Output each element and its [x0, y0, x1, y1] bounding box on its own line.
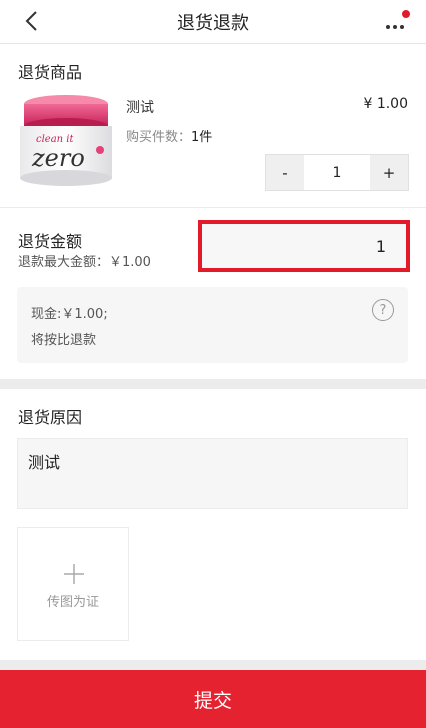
upload-label: 传图为证 — [46, 595, 99, 610]
increment-button[interactable]: + — [370, 155, 408, 190]
return-reason-textarea[interactable]: 测试 — [17, 438, 408, 509]
divider — [0, 207, 426, 208]
submit-button[interactable]: 提交 — [0, 670, 426, 728]
section-title-return-goods: 退货商品 — [18, 63, 83, 82]
nav-header: 退货退款 — [0, 0, 426, 44]
product-name: 测试 — [126, 100, 154, 116]
page-title: 退货退款 — [177, 13, 249, 34]
purchase-count-value: 1件 — [191, 130, 213, 145]
more-button[interactable] — [380, 8, 412, 36]
product-price: ¥ 1.00 — [363, 96, 408, 112]
purchase-count: 购买件数：1件 — [126, 126, 212, 145]
max-refund-amount: 退款最大金额：￥1.00 — [18, 255, 151, 270]
section-separator — [0, 379, 426, 389]
purchase-count-label: 购买件数： — [126, 130, 192, 145]
refund-amount-input[interactable]: 1 — [198, 220, 410, 272]
proportional-refund-text: 将按比退款 — [31, 333, 97, 348]
refund-amount-title: 退货金额 — [18, 232, 83, 251]
quantity-stepper: - 1 + — [265, 154, 409, 191]
plus-icon — [64, 564, 84, 584]
quantity-value[interactable]: 1 — [304, 155, 370, 190]
decrement-button[interactable]: - — [266, 155, 304, 190]
cash-refund-text: 现金:￥1.00; — [31, 307, 108, 322]
refund-page: 退货退款 退货商品 clean it zero 测试 ¥ 1.00 购买件数：1… — [0, 0, 426, 728]
bottom-separator — [0, 660, 426, 670]
svg-text:zero: zero — [31, 144, 85, 172]
product-image: clean it zero — [14, 90, 118, 188]
question-circle-icon[interactable]: ? — [372, 299, 394, 321]
upload-photo-button[interactable]: 传图为证 — [17, 527, 129, 641]
return-reason-title: 退货原因 — [18, 408, 83, 427]
notification-dot — [402, 10, 410, 18]
refund-info-box: 现金:￥1.00; 将按比退款 ? — [17, 287, 408, 363]
